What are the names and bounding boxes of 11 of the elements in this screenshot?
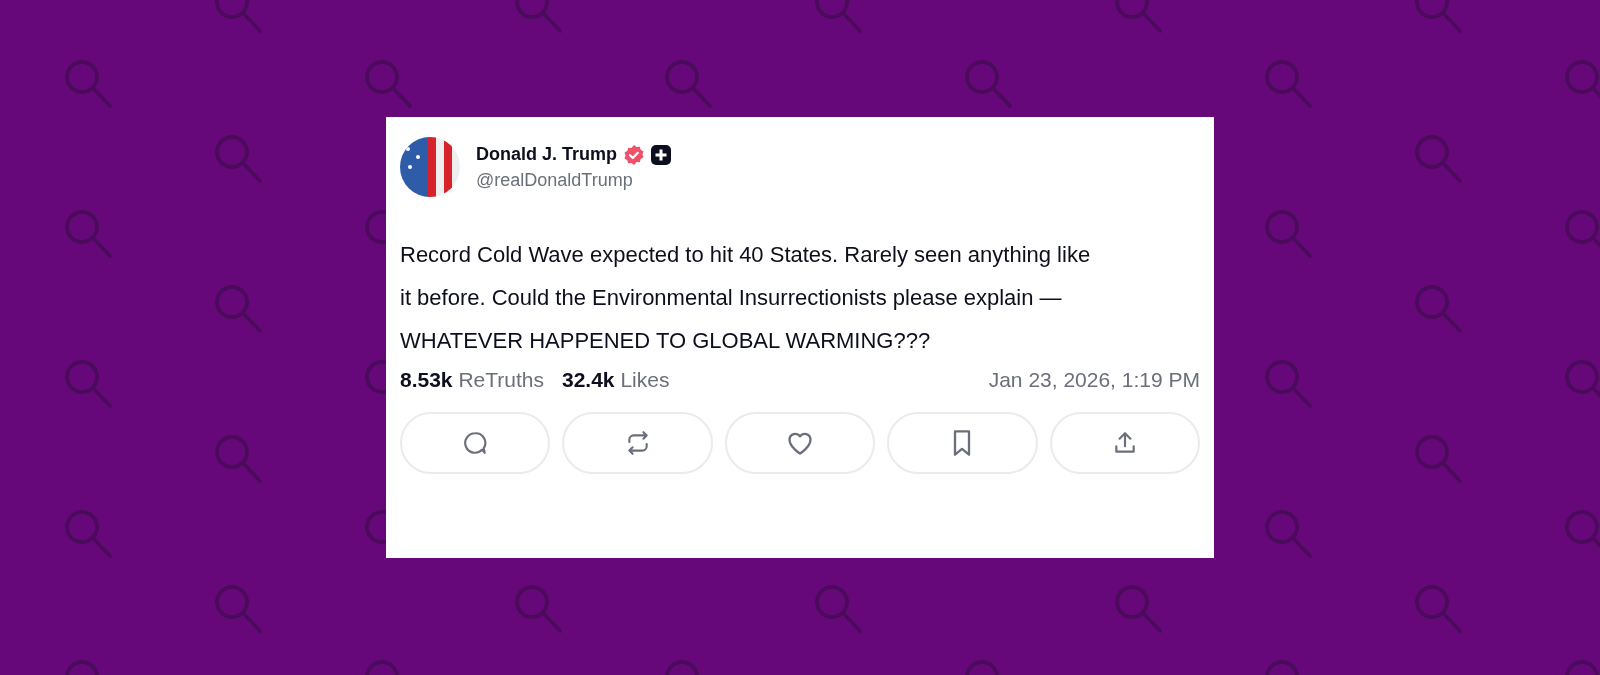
avatar[interactable]: [400, 137, 460, 197]
author-handle[interactable]: @realDonaldTrump: [476, 169, 671, 191]
plus-icon: [651, 144, 671, 165]
heart-icon: [786, 430, 814, 456]
post-text: Record Cold Wave expected to hit 40 States. Rarely seen anything like it before. Could the Environmental Insurrectionists please explain — WHATEVER HAPPENED TO GLOBAL WARMING???: [400, 241, 1092, 355]
comment-icon: [462, 430, 489, 456]
stat-count[interactable]: 32.4k Likes: [562, 368, 670, 392]
verified-icon: [623, 143, 645, 166]
author-name[interactable]: Donald J. Trump: [476, 144, 617, 165]
post-timestamp: Jan 23, 2026, 1:19 PM: [988, 368, 1200, 392]
stat-count[interactable]: 8.53k ReTruths: [400, 368, 544, 392]
